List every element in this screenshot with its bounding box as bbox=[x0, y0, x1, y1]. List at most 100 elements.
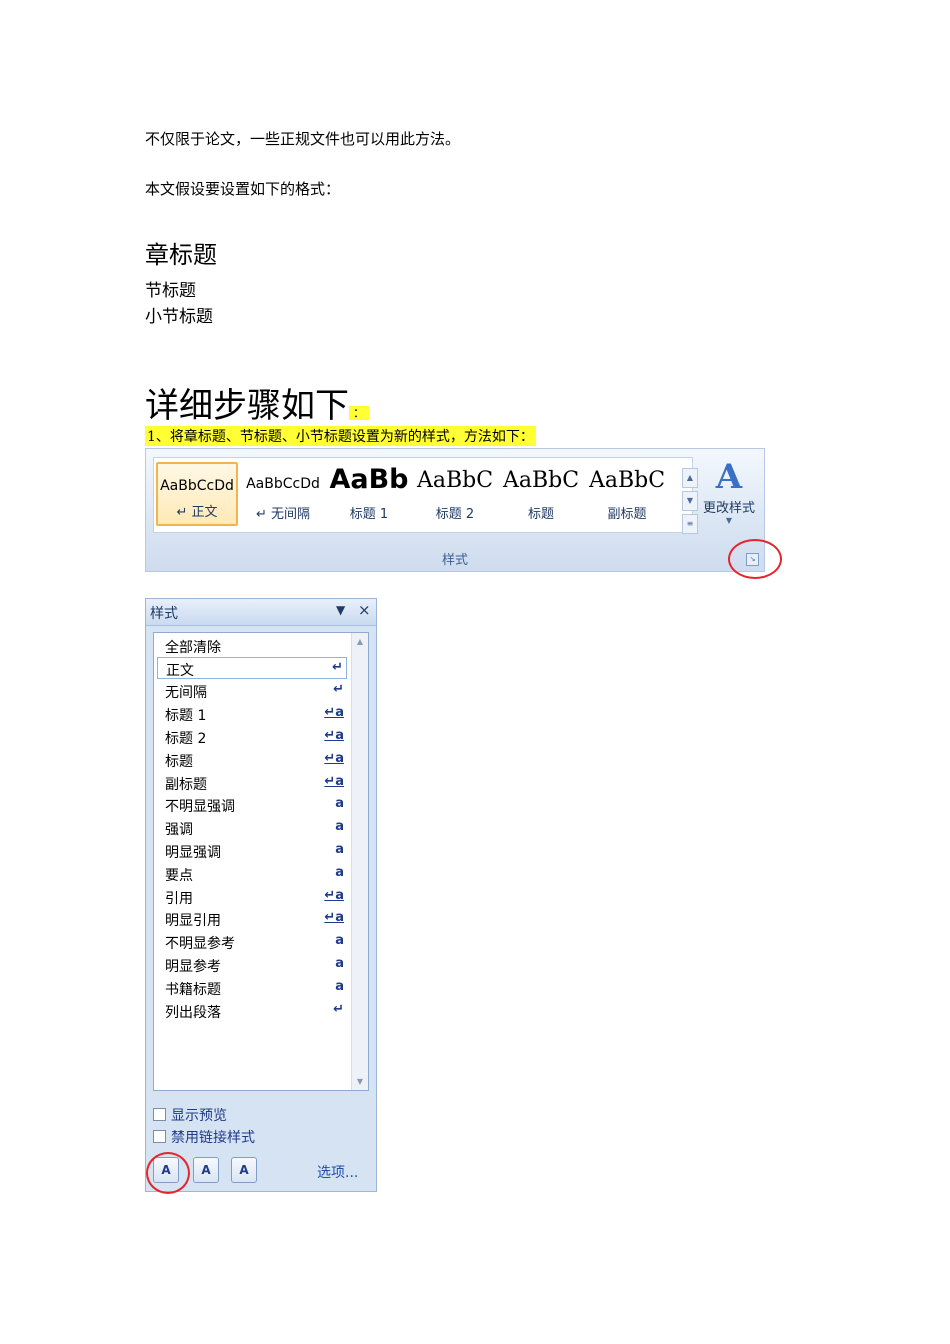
scroll-up-icon[interactable]: ▲ bbox=[352, 637, 368, 646]
doc-paragraph-2: 本文假设要设置如下的格式： bbox=[145, 180, 341, 198]
list-item-label: 列出段落 bbox=[165, 1005, 221, 1021]
style-tile-heading-1[interactable]: AaBb 标题 1 bbox=[328, 462, 410, 526]
style-tile-sample: AaBbC bbox=[416, 468, 494, 493]
style-tile-label: 标题 1 bbox=[349, 507, 389, 522]
step-1-text: 1、将章标题、节标题、小节标题设置为新的样式，方法如下： bbox=[145, 426, 536, 446]
list-item[interactable]: 明显参考 a bbox=[157, 954, 347, 976]
list-item[interactable]: 强调 a bbox=[157, 817, 347, 839]
list-item[interactable]: 副标题 ↵a bbox=[157, 772, 347, 794]
list-item[interactable]: 列出段落 ↵ bbox=[157, 1000, 347, 1022]
character-style-icon: a bbox=[335, 796, 344, 811]
checkbox-icon bbox=[153, 1108, 166, 1121]
styles-pane-title: 样式 bbox=[150, 606, 178, 622]
style-tile-label: 标题 bbox=[527, 507, 554, 522]
style-tile-sample: AaBbCcDd bbox=[160, 478, 234, 494]
style-tile-subtitle[interactable]: AaBbC 副标题 bbox=[586, 462, 668, 526]
character-style-icon: a bbox=[335, 933, 344, 948]
pane-menu-icon[interactable]: ▼ bbox=[336, 603, 345, 617]
list-item-label: 要点 bbox=[165, 868, 193, 884]
list-item[interactable]: 引用 ↵a bbox=[157, 886, 347, 908]
change-styles-icon: A bbox=[715, 457, 743, 497]
chapter-heading-sample: 章标题 bbox=[145, 241, 217, 269]
style-inspector-button[interactable]: A bbox=[193, 1157, 219, 1183]
show-preview-label: 显示预览 bbox=[171, 1108, 227, 1124]
steps-heading-text: 详细步骤如下 bbox=[145, 386, 349, 426]
ribbon-styles-group: AaBbCcDd ↵ 正文 AaBbCcDd ↵ 无间隔 AaBb 标题 1 A… bbox=[145, 448, 782, 579]
styles-pane: 样式 ▼ × 全部清除 正文 ↵ 无间隔 ↵ 标题 1 ↵a 标题 2 ↵a 标题 ↵a … bbox=[145, 598, 377, 1194]
chevron-down-icon: ▼ bbox=[725, 516, 733, 525]
list-item[interactable]: 明显引用 ↵a bbox=[157, 908, 347, 930]
list-item[interactable]: 不明显强调 a bbox=[157, 794, 347, 816]
style-tile-heading-2[interactable]: AaBbC 标题 2 bbox=[414, 462, 496, 526]
linked-style-icon: ↵a bbox=[324, 728, 344, 743]
list-item-label: 无间隔 bbox=[165, 685, 207, 701]
style-tile-sample: AaBbC bbox=[502, 468, 580, 493]
style-tile-label: 副标题 bbox=[607, 507, 647, 522]
style-tile-no-spacing[interactable]: AaBbCcDd ↵ 无间隔 bbox=[242, 462, 324, 526]
list-item[interactable]: 正文 ↵ bbox=[157, 657, 347, 679]
style-tile-label: ↵ 无间隔 bbox=[255, 507, 311, 522]
doc-paragraph-1: 不仅限于论文，一些正规文件也可以用此方法。 bbox=[145, 130, 461, 148]
list-item[interactable]: 明显强调 a bbox=[157, 840, 347, 862]
list-item[interactable]: 标题 ↵a bbox=[157, 749, 347, 771]
character-style-icon: a bbox=[335, 819, 344, 834]
list-item[interactable]: 不明显参考 a bbox=[157, 931, 347, 953]
list-item-label: 标题 1 bbox=[165, 708, 207, 724]
list-item[interactable]: 标题 2 ↵a bbox=[157, 726, 347, 748]
red-circle-annotation bbox=[146, 1152, 190, 1194]
style-tile-sample: AaBbC bbox=[588, 468, 666, 493]
list-item-label: 标题 bbox=[165, 754, 193, 770]
list-item[interactable]: 全部清除 bbox=[157, 635, 347, 657]
character-style-icon: a bbox=[335, 842, 344, 857]
list-item[interactable]: 无间隔 ↵ bbox=[157, 680, 347, 702]
manage-styles-icon: A bbox=[239, 1163, 249, 1177]
list-item-label: 明显强调 bbox=[165, 845, 221, 861]
style-tile-label: 标题 2 bbox=[435, 507, 475, 522]
list-item-label: 正文 bbox=[166, 663, 194, 679]
list-item[interactable]: 书籍标题 a bbox=[157, 977, 347, 999]
character-style-icon: a bbox=[335, 979, 344, 994]
style-tile-normal[interactable]: AaBbCcDd ↵ 正文 bbox=[156, 462, 238, 526]
list-item-label: 标题 2 bbox=[165, 731, 207, 747]
paragraph-style-icon: ↵ bbox=[332, 660, 343, 675]
change-styles-button[interactable]: A 更改样式 ▼ bbox=[694, 457, 764, 525]
red-circle-annotation bbox=[728, 539, 782, 579]
show-preview-checkbox[interactable]: 显示预览 bbox=[153, 1105, 227, 1125]
style-tile-label: ↵ 正文 bbox=[176, 505, 218, 520]
steps-heading-highlight: ： bbox=[349, 406, 370, 420]
list-item-label: 全部清除 bbox=[165, 640, 221, 656]
list-item-label: 书籍标题 bbox=[165, 982, 221, 998]
quick-styles-gallery: AaBbCcDd ↵ 正文 AaBbCcDd ↵ 无间隔 AaBb 标题 1 A… bbox=[153, 457, 698, 534]
list-item[interactable]: 要点 a bbox=[157, 863, 347, 885]
list-item-label: 不明显强调 bbox=[165, 799, 235, 815]
change-styles-label: 更改样式 bbox=[702, 501, 755, 516]
linked-style-icon: ↵a bbox=[324, 888, 344, 903]
list-item[interactable]: 标题 1 ↵a bbox=[157, 703, 347, 725]
list-item-label: 明显参考 bbox=[165, 959, 221, 975]
subsection-heading-sample: 小节标题 bbox=[145, 307, 213, 327]
linked-style-icon: ↵a bbox=[324, 910, 344, 925]
manage-styles-button[interactable]: A bbox=[231, 1157, 257, 1183]
list-item-label: 引用 bbox=[165, 891, 193, 907]
list-scrollbar[interactable]: ▲ ▼ bbox=[351, 633, 368, 1090]
section-heading-sample: 节标题 bbox=[145, 281, 196, 301]
disable-linked-styles-label: 禁用链接样式 bbox=[171, 1130, 255, 1146]
character-style-icon: a bbox=[335, 956, 344, 971]
scroll-down-icon[interactable]: ▼ bbox=[352, 1077, 368, 1086]
paragraph-style-icon: ↵ bbox=[333, 682, 344, 697]
style-inspector-icon: A bbox=[201, 1163, 211, 1177]
linked-style-icon: ↵a bbox=[324, 751, 344, 766]
options-link[interactable]: 选项... bbox=[317, 1162, 358, 1182]
style-tile-sample: AaBb bbox=[329, 464, 409, 495]
styles-pane-header: 样式 ▼ × bbox=[146, 599, 376, 626]
close-icon[interactable]: × bbox=[358, 601, 371, 619]
linked-style-icon: ↵a bbox=[324, 705, 344, 720]
paragraph-style-icon: ↵ bbox=[333, 1002, 344, 1017]
styles-list: 全部清除 正文 ↵ 无间隔 ↵ 标题 1 ↵a 标题 2 ↵a 标题 ↵a 副标题 ↵a 不… bbox=[153, 632, 369, 1091]
list-item-label: 强调 bbox=[165, 822, 193, 838]
style-tile-sample: AaBbCcDd bbox=[246, 476, 320, 492]
ribbon-group-label: 样式 bbox=[441, 553, 468, 568]
disable-linked-styles-checkbox[interactable]: 禁用链接样式 bbox=[153, 1127, 255, 1147]
list-item-label: 不明显参考 bbox=[165, 936, 235, 952]
style-tile-title[interactable]: AaBbC 标题 bbox=[500, 462, 582, 526]
